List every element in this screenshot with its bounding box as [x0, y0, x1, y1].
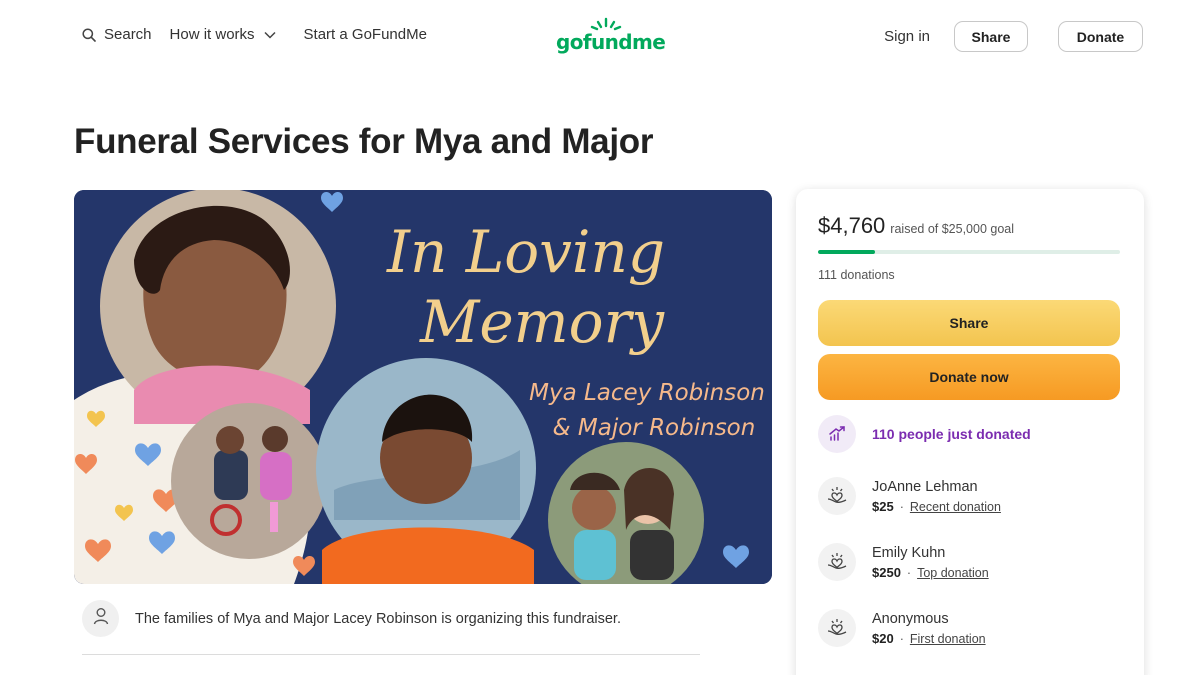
search-icon [82, 27, 96, 42]
donor-meta: $20 · First donation [872, 631, 986, 646]
separator-dot: · [899, 499, 904, 514]
donor-amount: $20 [872, 630, 894, 646]
page-title: Funeral Services for Mya and Major [74, 122, 654, 161]
start-gofundme-link[interactable]: Start a GoFundMe [304, 26, 427, 43]
heart-hand-icon [818, 477, 856, 515]
progress-bar [818, 250, 1120, 254]
search-label: Search [104, 26, 152, 43]
organizer-text: The families of Mya and Major Lacey Robi… [135, 610, 621, 627]
separator-dot: · [899, 631, 904, 646]
donor-name: JoAnne Lehman [872, 478, 978, 495]
donor-item: JoAnne Lehman $25 · Recent donation [818, 477, 1001, 515]
organizer-row: The families of Mya and Major Lacey Robi… [82, 600, 621, 637]
donations-count: 111 donations [818, 268, 895, 282]
header-donate-button[interactable]: Donate [1058, 21, 1143, 52]
gofundme-logo[interactable]: gofundme [556, 16, 666, 56]
header-share-button[interactable]: Share [954, 21, 1028, 52]
section-divider [82, 654, 700, 655]
trend-up-icon [818, 415, 856, 453]
heart-hand-icon [818, 609, 856, 647]
photo-boy-circle [316, 358, 536, 584]
donor-info: Emily Kuhn $250 · Top donation [872, 545, 989, 580]
share-button[interactable]: Share [818, 300, 1120, 346]
amount-row: $4,760 raised of $25,000 goal [818, 213, 1014, 239]
start-gofundme-label: Start a GoFundMe [303, 26, 427, 43]
sign-in-link[interactable]: Sign in [884, 28, 930, 45]
banner-line-3: Mya Lacey Robinson [529, 380, 765, 406]
donor-amount: $25 [872, 498, 894, 514]
donor-tag-link[interactable]: Top donation [917, 566, 989, 580]
donor-item: Anonymous $20 · First donation [818, 609, 986, 647]
donor-tag-link[interactable]: Recent donation [910, 500, 1001, 514]
donor-item: Emily Kuhn $250 · Top donation [818, 543, 989, 581]
banner-line-1: In Loving [386, 218, 665, 286]
donor-name: Anonymous [872, 610, 949, 627]
nav-left: Search How it works Start a GoFundMe [82, 26, 427, 43]
heart-hand-icon [818, 543, 856, 581]
logo-text: gofundme [556, 30, 666, 54]
donor-meta: $25 · Recent donation [872, 499, 1001, 514]
donor-info: Anonymous $20 · First donation [872, 611, 986, 646]
site-header: Search How it works Start a GoFundMe gof… [0, 0, 1200, 72]
avatar [82, 600, 119, 637]
nav-right: Sign in Share Donate [884, 21, 1143, 52]
recent-activity-text: 110 people just donated [872, 426, 1031, 442]
donor-info: JoAnne Lehman $25 · Recent donation [872, 479, 1001, 514]
goal-text: raised of $25,000 goal [890, 222, 1015, 236]
donor-amount: $250 [872, 564, 901, 580]
donate-now-button[interactable]: Donate now [818, 354, 1120, 400]
photo-girl-circle [100, 190, 336, 424]
how-it-works-label: How it works [169, 26, 255, 43]
separator-dot: · [906, 565, 912, 580]
campaign-hero-image: In Loving Memory Mya Lacey Robinson & Ma… [74, 190, 772, 584]
donor-meta: $250 · Top donation [872, 565, 989, 580]
donor-tag-link[interactable]: First donation [910, 632, 986, 646]
search-link[interactable]: Search [82, 26, 152, 43]
progress-fill [818, 250, 876, 254]
banner-line-2: Memory [419, 288, 665, 356]
person-icon [92, 607, 110, 630]
donor-name: Emily Kuhn [872, 544, 946, 561]
photo-kids-circle [171, 403, 327, 559]
raised-amount: $4,760 [818, 213, 886, 238]
banner-line-4: & Major Robinson [553, 415, 756, 441]
memorial-banner: In Loving Memory Mya Lacey Robinson & Ma… [74, 190, 772, 584]
how-it-works-menu[interactable]: How it works [170, 26, 276, 43]
chevron-down-icon [264, 31, 276, 39]
recent-activity: 110 people just donated [818, 415, 1031, 453]
donation-panel: $4,760 raised of $25,000 goal 111 donati… [796, 189, 1144, 675]
